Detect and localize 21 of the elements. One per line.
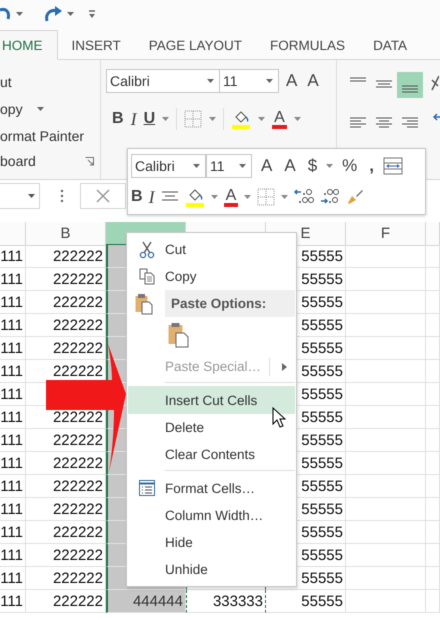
table-cell: 111 (0, 429, 26, 452)
table-cell: 111 (0, 475, 26, 498)
table-cell: 111 (0, 406, 26, 429)
table-cell: 111 (0, 337, 26, 360)
group-label: board (0, 153, 36, 169)
selected-cell: 444444 (106, 590, 186, 613)
table-cell: 111 (0, 498, 26, 521)
table-cell: 111 (0, 521, 26, 544)
table-cell: 111 (0, 452, 26, 475)
table-cell: 55555 (266, 590, 346, 613)
table-cell: 111 (0, 590, 26, 613)
table-cell: 111 (0, 291, 26, 314)
table-cell: 111 (0, 268, 26, 291)
table-cell: 111 (0, 567, 26, 590)
menu-section-header: Paste Options: (165, 290, 295, 317)
table-cell: 111 (0, 360, 26, 383)
table-cell: 111 (0, 383, 26, 406)
table-cell: 111 (0, 245, 26, 268)
table-cell: 111 (0, 314, 26, 337)
table-cell: 111 (0, 544, 26, 567)
table-cell: 333333 (186, 590, 266, 613)
